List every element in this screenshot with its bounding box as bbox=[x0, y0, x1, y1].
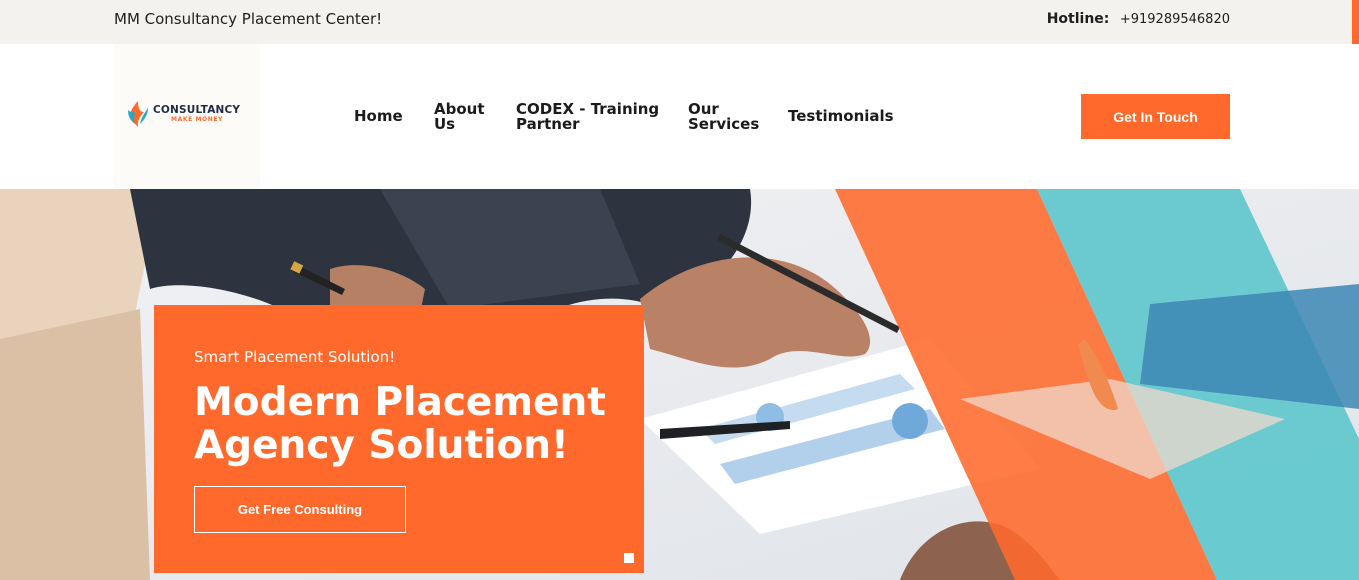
hotline-label: Hotline: bbox=[1046, 11, 1110, 27]
hero-caption-panel: Smart Placement Solution! Modern Placeme… bbox=[154, 305, 644, 573]
slider-dot-icon[interactable] bbox=[624, 553, 634, 563]
top-bar: MM Consultancy Placement Center! Hotline… bbox=[0, 0, 1359, 44]
get-in-touch-button[interactable]: Get In Touch bbox=[1081, 94, 1230, 139]
hotline: Hotline: +919289546820 bbox=[1047, 11, 1230, 27]
site-header: CONSULTANCY MAKE MONEY Home About Us CODE… bbox=[0, 44, 1359, 189]
nav-our-services[interactable]: Our Services bbox=[688, 102, 759, 132]
nav-services-line2: Services bbox=[688, 115, 760, 133]
hero-headline-line2: Agency Solution! bbox=[194, 423, 569, 468]
nav-testimonials-label: Testimonials bbox=[788, 107, 894, 125]
logo-flame-icon bbox=[128, 101, 148, 127]
logo-brand: CONSULTANCY bbox=[153, 103, 241, 116]
logo: CONSULTANCY MAKE MONEY bbox=[126, 100, 240, 128]
nav-about-us[interactable]: About Us bbox=[434, 102, 485, 132]
nav-testimonials[interactable]: Testimonials bbox=[788, 109, 894, 124]
get-free-consulting-button[interactable]: Get Free Consulting bbox=[194, 486, 406, 533]
nav-codex-line2: Partner bbox=[516, 115, 580, 133]
hero-kicker: Smart Placement Solution! bbox=[194, 348, 396, 366]
logo-link[interactable]: CONSULTANCY MAKE MONEY bbox=[114, 44, 260, 189]
hotline-number[interactable]: +919289546820 bbox=[1120, 12, 1230, 27]
hero-headline: Modern Placement Agency Solution! bbox=[194, 381, 606, 467]
scroll-indicator bbox=[1352, 0, 1359, 44]
nav-codex-training-partner[interactable]: CODEX - Training Partner bbox=[516, 102, 659, 132]
nav-home-label: Home bbox=[354, 107, 403, 125]
logo-subtitle: MAKE MONEY bbox=[171, 116, 223, 124]
hero-slider: Smart Placement Solution! Modern Placeme… bbox=[0, 189, 1359, 580]
nav-home[interactable]: Home bbox=[354, 109, 403, 124]
hero-headline-line1: Modern Placement bbox=[194, 380, 606, 425]
topbar-tagline: MM Consultancy Placement Center! bbox=[114, 10, 383, 28]
nav-about-line2: Us bbox=[434, 115, 456, 133]
